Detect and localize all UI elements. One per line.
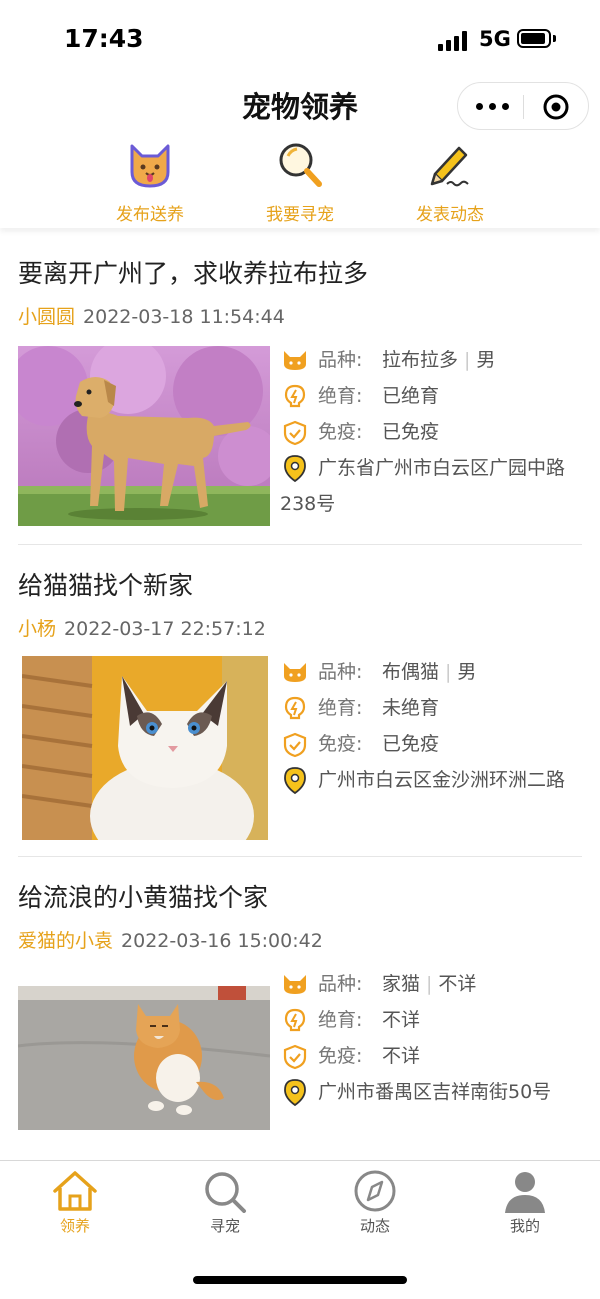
quick-action-label: 我要寻宠 — [266, 205, 334, 225]
dog-photo[interactable] — [18, 346, 270, 526]
tab-label: 我的 — [509, 1217, 540, 1235]
bulb-icon — [284, 384, 306, 408]
breed-value: 家猫 — [382, 973, 421, 995]
quick-actions-bar: 发布送养 我要寻宠 发表动态 — [0, 138, 600, 228]
address-value: 广州市番禺区吉祥南街50号 — [318, 1081, 552, 1103]
post-meta: 小杨 2022-03-17 22:57:12 — [18, 614, 266, 641]
breed-row: 品种: 家猫 | 不详 — [280, 966, 570, 1002]
pet-info: 品种: 家猫 | 不详 绝育: 不详 免疫: 不详 广州市番禺区吉祥南街50号 — [280, 966, 570, 1110]
search-icon — [205, 1172, 246, 1213]
tab-find-pet[interactable]: 寻宠 — [175, 1169, 275, 1236]
sex-value: 男 — [457, 661, 477, 683]
shield-check-icon — [283, 732, 307, 758]
tab-moments[interactable]: 动态 — [325, 1169, 425, 1236]
post-time: 2022-03-17 22:57:12 — [64, 618, 266, 640]
location-pin-icon — [284, 455, 306, 483]
network-type: 5G — [479, 27, 511, 51]
post-moment-button[interactable]: 发表动态 — [385, 140, 515, 225]
bulb-icon — [284, 696, 306, 720]
breed-row: 品种: 拉布拉多 | 男 — [280, 342, 570, 378]
status-time: 17:43 — [64, 24, 144, 53]
find-pet-button[interactable]: 我要寻宠 — [235, 140, 365, 225]
tab-label: 动态 — [359, 1217, 390, 1235]
ragdoll-cat-photo[interactable] — [22, 656, 268, 840]
post-meta: 小圆圆 2022-03-18 11:54:44 — [18, 302, 285, 329]
vaccine-value: 已免疫 — [382, 733, 440, 755]
neuter-row: 绝育: 未绝育 — [280, 690, 570, 726]
post-author[interactable]: 爱猫的小袁 — [18, 930, 113, 952]
address-value: 广东省广州市白云区广园中路238号 — [280, 457, 566, 515]
neuter-row: 绝育: 已绝育 — [280, 378, 570, 414]
post-time: 2022-03-16 15:00:42 — [121, 930, 323, 952]
battery-icon — [517, 29, 551, 48]
location-pin-icon — [284, 767, 306, 795]
vaccine-value: 不详 — [382, 1045, 421, 1067]
post-meta: 爱猫的小袁 2022-03-16 15:00:42 — [18, 926, 323, 953]
address-row: 广州市白云区金沙洲环洲二路 — [280, 762, 570, 798]
status-bar: 17:43 5G — [0, 0, 600, 80]
post-title[interactable]: 给流浪的小黄猫找个家 — [18, 878, 268, 914]
shield-check-icon — [283, 1044, 307, 1070]
sex-value: 不详 — [438, 973, 477, 995]
home-indicator — [193, 1276, 407, 1284]
quick-action-label: 发布送养 — [116, 205, 184, 225]
magnifier-icon — [279, 143, 322, 187]
neuter-row: 绝育: 不详 — [280, 1002, 570, 1038]
cat-face-icon — [130, 144, 170, 188]
bulb-icon — [284, 1008, 306, 1032]
tab-mine[interactable]: 我的 — [475, 1169, 575, 1236]
signal-icon — [438, 31, 468, 51]
vaccine-row: 免疫: 已免疫 — [280, 414, 570, 450]
neuter-value: 不详 — [382, 1009, 421, 1031]
cat-head-icon — [284, 975, 306, 994]
breed-row: 品种: 布偶猫 | 男 — [280, 654, 570, 690]
mini-program-capsule — [457, 82, 589, 130]
pet-info: 品种: 拉布拉多 | 男 绝育: 已绝育 免疫: 已免疫 广东省广州市白云区广园中路… — [280, 342, 570, 522]
home-icon — [53, 1171, 97, 1211]
post-author[interactable]: 小圆圆 — [18, 306, 75, 328]
location-pin-icon — [284, 1079, 306, 1107]
vaccine-row: 免疫: 不详 — [280, 1038, 570, 1074]
orange-cat-photo[interactable] — [18, 986, 270, 1130]
post-author[interactable]: 小杨 — [18, 618, 56, 640]
neuter-value: 已绝育 — [382, 385, 440, 407]
pencil-icon — [430, 146, 469, 187]
post-title[interactable]: 给猫猫找个新家 — [18, 566, 193, 602]
tab-adopt[interactable]: 领养 — [25, 1169, 125, 1236]
shield-check-icon — [283, 420, 307, 446]
address-row: 广东省广州市白云区广园中路238号 — [280, 450, 570, 522]
user-icon — [505, 1172, 545, 1213]
tab-label: 寻宠 — [209, 1217, 240, 1235]
breed-value: 布偶猫 — [382, 661, 440, 683]
vaccine-value: 已免疫 — [382, 421, 440, 443]
close-miniprogram-icon[interactable] — [543, 94, 569, 120]
address-value: 广州市白云区金沙洲环洲二路 — [318, 769, 566, 791]
sex-value: 男 — [476, 349, 496, 371]
divider — [18, 856, 582, 857]
breed-value: 拉布拉多 — [382, 349, 459, 371]
post-title[interactable]: 要离开广州了，求收养拉布拉多 — [18, 254, 368, 290]
cat-head-icon — [284, 663, 306, 682]
tab-label: 领养 — [59, 1217, 90, 1235]
quick-action-label: 发表动态 — [416, 205, 484, 225]
cat-head-icon — [284, 351, 306, 370]
divider — [18, 544, 582, 545]
publish-adoption-button[interactable]: 发布送养 — [85, 140, 215, 225]
more-icon[interactable] — [476, 103, 510, 111]
pet-info: 品种: 布偶猫 | 男 绝育: 未绝育 免疫: 已免疫 广州市白云区金沙洲环洲二路 — [280, 654, 570, 798]
vaccine-row: 免疫: 已免疫 — [280, 726, 570, 762]
neuter-value: 未绝育 — [382, 697, 440, 719]
post-time: 2022-03-18 11:54:44 — [83, 306, 285, 328]
address-row: 广州市番禺区吉祥南街50号 — [280, 1074, 570, 1110]
compass-icon — [354, 1170, 396, 1212]
